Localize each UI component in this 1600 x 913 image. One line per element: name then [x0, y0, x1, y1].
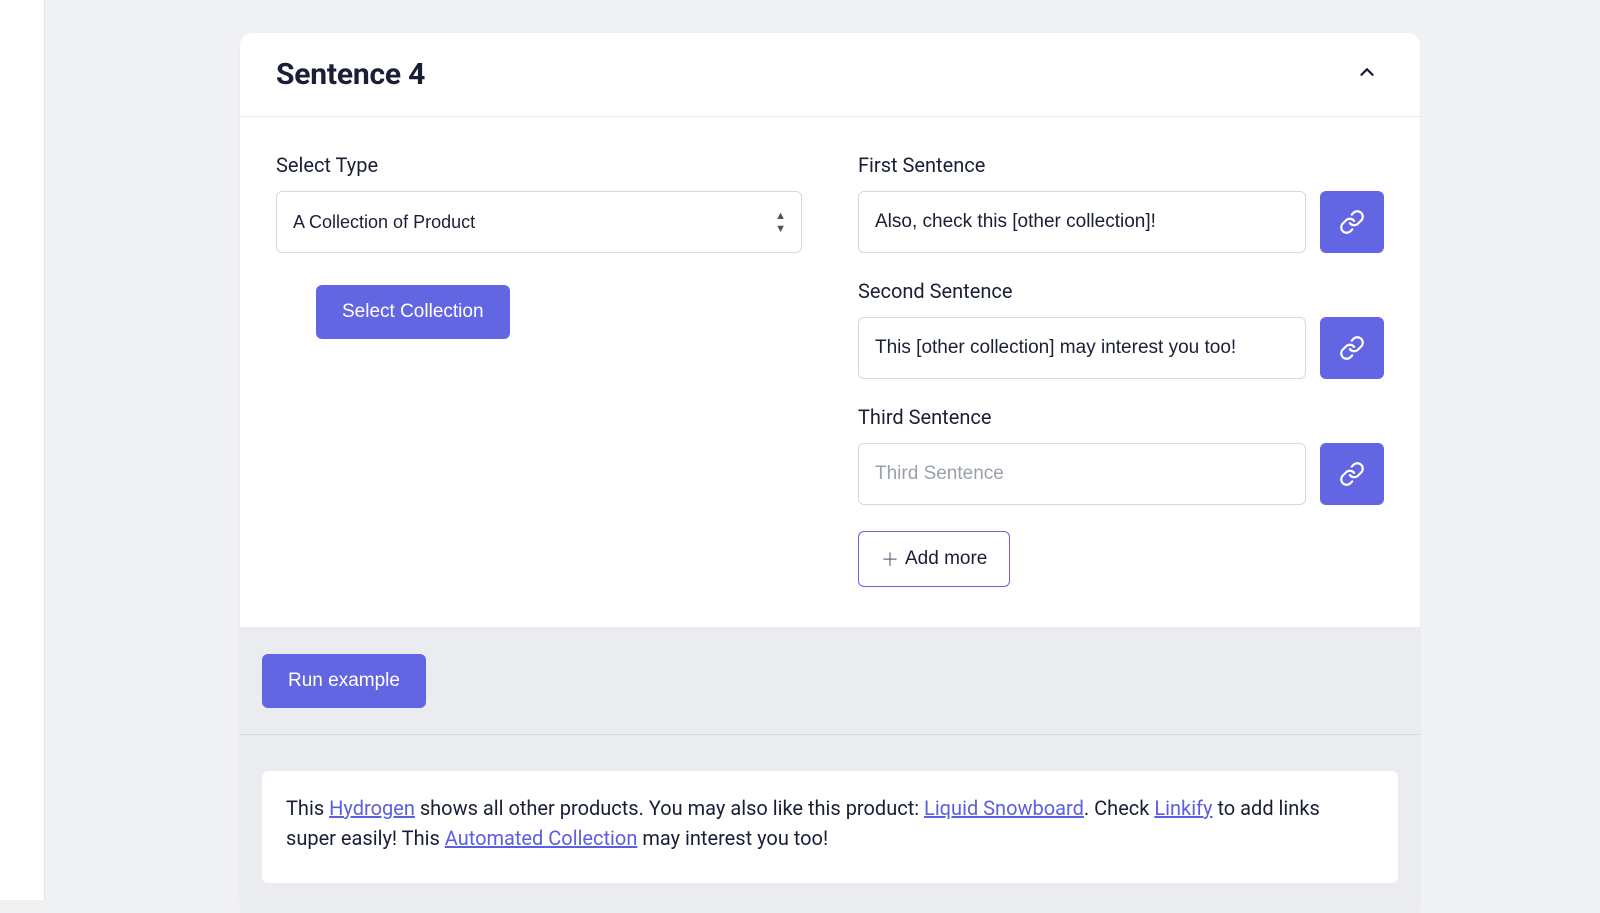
select-type-wrap: A Collection of Product ▲▼ — [276, 191, 802, 253]
collapse-toggle[interactable] — [1350, 55, 1384, 94]
output-link-liquid-snowboard[interactable]: Liquid Snowboard — [924, 796, 1084, 820]
second-sentence-link-button[interactable] — [1320, 317, 1384, 379]
card-title: Sentence 4 — [276, 57, 425, 92]
third-sentence-link-button[interactable] — [1320, 443, 1384, 505]
chevron-up-icon — [1356, 61, 1378, 83]
left-column: Select Type A Collection of Product ▲▼ S… — [276, 153, 802, 587]
link-icon — [1339, 461, 1365, 487]
second-sentence-input[interactable] — [858, 317, 1306, 379]
card-body: Select Type A Collection of Product ▲▼ S… — [240, 117, 1420, 628]
plus-icon: ＋ — [881, 546, 899, 572]
sentence-row: Second Sentence — [858, 279, 1384, 379]
field-block: Third Sentence — [858, 405, 1306, 505]
output-text: . Check — [1084, 796, 1154, 820]
first-sentence-link-button[interactable] — [1320, 191, 1384, 253]
output-link-automated-collection[interactable]: Automated Collection — [445, 826, 638, 850]
select-collection-button[interactable]: Select Collection — [316, 285, 510, 339]
select-type-dropdown[interactable]: A Collection of Product — [276, 191, 802, 253]
sentence-row: Third Sentence — [858, 405, 1384, 505]
output-box: This Hydrogen shows all other products. … — [262, 771, 1398, 883]
output-section: This Hydrogen shows all other products. … — [240, 735, 1420, 913]
card-header: Sentence 4 — [240, 33, 1420, 117]
third-sentence-input[interactable] — [858, 443, 1306, 505]
right-column: First Sentence Second Sentence Thi — [858, 153, 1384, 587]
sentence-row: First Sentence — [858, 153, 1384, 253]
add-more-label: Add more — [905, 548, 987, 570]
output-text: shows all other products. You may also l… — [415, 796, 924, 820]
third-sentence-label: Third Sentence — [858, 405, 1306, 429]
sentence-card: Sentence 4 Select Type A Collection of P… — [240, 33, 1420, 913]
select-type-label: Select Type — [276, 153, 802, 177]
second-sentence-label: Second Sentence — [858, 279, 1306, 303]
output-link-linkify[interactable]: Linkify — [1154, 796, 1212, 820]
output-text: may interest you too! — [637, 826, 828, 850]
first-sentence-input[interactable] — [858, 191, 1306, 253]
first-sentence-label: First Sentence — [858, 153, 1306, 177]
link-icon — [1339, 209, 1365, 235]
left-sidebar-strip — [0, 0, 45, 900]
field-block: Second Sentence — [858, 279, 1306, 379]
link-icon — [1339, 335, 1365, 361]
field-block: First Sentence — [858, 153, 1306, 253]
output-text: This — [286, 796, 329, 820]
add-more-button[interactable]: ＋ Add more — [858, 531, 1010, 587]
run-section: Run example — [240, 628, 1420, 734]
output-link-hydrogen[interactable]: Hydrogen — [329, 796, 415, 820]
run-example-button[interactable]: Run example — [262, 654, 426, 708]
